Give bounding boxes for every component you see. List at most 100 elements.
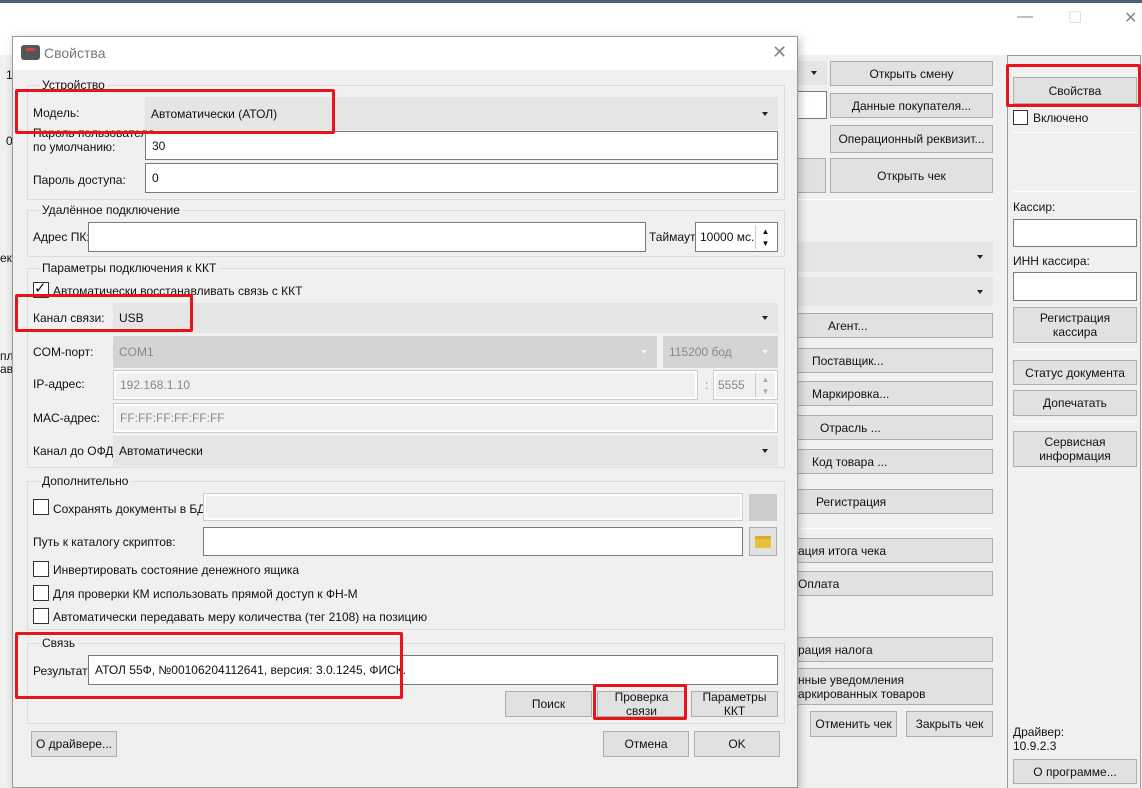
- about-program-button[interactable]: О программе...: [1013, 759, 1137, 784]
- user-password-input[interactable]: 30: [145, 131, 778, 160]
- open-receipt-button[interactable]: Открыть чек: [830, 158, 993, 193]
- access-password-input[interactable]: 0: [145, 163, 778, 193]
- mac-input[interactable]: FF:FF:FF:FF:FF:FF: [113, 403, 778, 433]
- receipt-total-button[interactable]: ация итога чека: [797, 538, 993, 563]
- service-info-button[interactable]: Сервисная информация: [1013, 431, 1137, 467]
- timeout-spinbox[interactable]: 10000 мс. ▲ ▼: [695, 222, 778, 252]
- payment-button[interactable]: Оплата: [797, 571, 993, 596]
- close-receipt-button[interactable]: Закрыть чек: [906, 711, 993, 737]
- ip-label: IP-адрес:: [33, 377, 85, 391]
- timeout-label: Таймаут: [649, 230, 696, 244]
- bg-combo[interactable]: [797, 277, 993, 306]
- com-port-value: COM1: [119, 345, 154, 359]
- notifications-line: аркированных товаров: [798, 686, 926, 701]
- chevron-down-icon: [762, 111, 768, 116]
- com-port-select[interactable]: COM1: [113, 336, 657, 368]
- ok-button[interactable]: OK: [694, 731, 780, 757]
- driver-label: Драйвер:: [1013, 725, 1065, 739]
- folder-icon: [755, 535, 771, 548]
- dialog-close-button[interactable]: ✕: [772, 42, 787, 63]
- pc-address-input[interactable]: [88, 222, 646, 252]
- chevron-down-icon: [762, 316, 768, 320]
- divider: [1013, 421, 1137, 422]
- db-browse-button[interactable]: [749, 494, 777, 521]
- enabled-checkbox[interactable]: [1013, 110, 1028, 125]
- divider: [797, 528, 993, 529]
- fn-direct-checkbox[interactable]: [33, 585, 49, 601]
- browse-folder-button[interactable]: [749, 527, 777, 556]
- open-shift-button[interactable]: Открыть смену: [830, 61, 993, 86]
- ip-input[interactable]: 192.168.1.10: [113, 370, 698, 400]
- notifications-button[interactable]: нные уведомления аркированных товаров: [797, 668, 993, 705]
- invert-drawer-checkbox[interactable]: [33, 561, 49, 577]
- agent-button[interactable]: Агент...: [797, 313, 993, 338]
- buyer-data-button[interactable]: Данные покупателя...: [830, 93, 993, 118]
- chevron-down-icon: [641, 350, 647, 354]
- industry-button[interactable]: Отрасль ...: [797, 415, 993, 440]
- about-driver-button[interactable]: О драйвере...: [31, 731, 117, 757]
- scripts-path-input[interactable]: [203, 527, 743, 556]
- save-docs-checkbox[interactable]: [33, 499, 49, 515]
- kkt-params-button[interactable]: Параметры ККТ: [691, 690, 778, 718]
- properties-button[interactable]: Свойства: [1013, 77, 1137, 104]
- cancel-receipt-button[interactable]: Отменить чек: [810, 711, 897, 737]
- close-window-button[interactable]: ✕: [1124, 8, 1137, 28]
- bg-combo[interactable]: [797, 61, 827, 85]
- divider: [797, 199, 993, 200]
- save-docs-label: Сохранять документы в БД: [53, 502, 206, 516]
- bg-combo[interactable]: [797, 242, 993, 272]
- label-line: по умолчанию:: [33, 140, 116, 154]
- dialog-title-bar: [13, 37, 797, 70]
- bg-button[interactable]: [797, 158, 826, 193]
- auto-quantity-label: Автоматически передавать меру количества…: [53, 610, 428, 624]
- db-path-input[interactable]: [203, 493, 743, 521]
- auto-reconnect-checkbox[interactable]: ✓: [33, 280, 49, 298]
- mac-label: MAC-адрес:: [33, 411, 101, 425]
- search-button[interactable]: Поиск: [505, 691, 592, 717]
- model-label: Модель:: [33, 106, 80, 120]
- notifications-line: нные уведомления: [798, 672, 904, 687]
- access-password-label: Пароль доступа:: [33, 173, 126, 187]
- cashier-registration-button[interactable]: Регистрация кассира: [1013, 307, 1137, 343]
- bg-input[interactable]: [797, 91, 827, 119]
- ofd-label: Канал до ОФД:: [33, 444, 117, 458]
- driver-version: 10.9.2.3: [1013, 739, 1057, 753]
- pc-address-label: Адрес ПК:: [33, 230, 90, 244]
- minimize-button[interactable]: —: [1017, 8, 1033, 26]
- op-requisite-button[interactable]: Операционный реквизит...: [830, 125, 993, 153]
- cashier-input[interactable]: [1013, 219, 1137, 247]
- reprint-button[interactable]: Допечатать: [1013, 390, 1137, 416]
- channel-select[interactable]: USB: [113, 303, 778, 333]
- invert-drawer-label: Инвертировать состояние денежного ящика: [53, 563, 300, 577]
- spin-arrows-icon[interactable]: ▲ ▼: [755, 225, 775, 249]
- checkmark-icon: ✓: [34, 280, 47, 297]
- check-connection-button[interactable]: Проверка связи: [597, 690, 686, 718]
- dialog-title: Свойства: [44, 45, 106, 61]
- port-separator: :: [705, 378, 709, 392]
- scripts-path-label: Путь к каталогу скриптов:: [33, 535, 176, 549]
- auto-quantity-checkbox[interactable]: [33, 608, 49, 624]
- ofd-value: Автоматически: [119, 444, 203, 458]
- spin-arrows-icon[interactable]: ▲ ▼: [755, 373, 775, 397]
- timeout-value: 10000 мс.: [700, 230, 755, 244]
- cashier-inn-input[interactable]: [1013, 272, 1137, 301]
- fn-direct-label: Для проверки КМ использовать прямой дост…: [53, 587, 358, 601]
- auto-reconnect-label: Автоматически восстанавливать связь с КК…: [53, 284, 303, 298]
- port-spinbox[interactable]: 5555 ▲ ▼: [713, 370, 778, 400]
- link-group-label: Связь: [39, 636, 79, 650]
- result-label: Результат:: [33, 664, 91, 678]
- ofd-select[interactable]: Автоматически: [113, 436, 778, 466]
- tax-button[interactable]: рация налога: [797, 637, 993, 662]
- product-code-button[interactable]: Код товара ...: [797, 449, 993, 474]
- cashier-inn-label: ИНН кассира:: [1013, 254, 1090, 268]
- model-select[interactable]: Автоматически (АТОЛ): [145, 97, 778, 130]
- cancel-button[interactable]: Отмена: [603, 731, 689, 757]
- device-group-label: Устройство: [39, 78, 108, 92]
- document-status-button[interactable]: Статус документа: [1013, 360, 1137, 385]
- supplier-button[interactable]: Поставщик...: [797, 348, 993, 373]
- registration-button[interactable]: Регистрация: [797, 489, 993, 514]
- baud-select[interactable]: 115200 бод: [663, 336, 778, 368]
- maximize-button[interactable]: ☐: [1068, 8, 1082, 28]
- marking-button[interactable]: Маркировка...: [797, 381, 993, 406]
- user-password-label: Пароль пользователя по умолчанию:: [33, 126, 154, 154]
